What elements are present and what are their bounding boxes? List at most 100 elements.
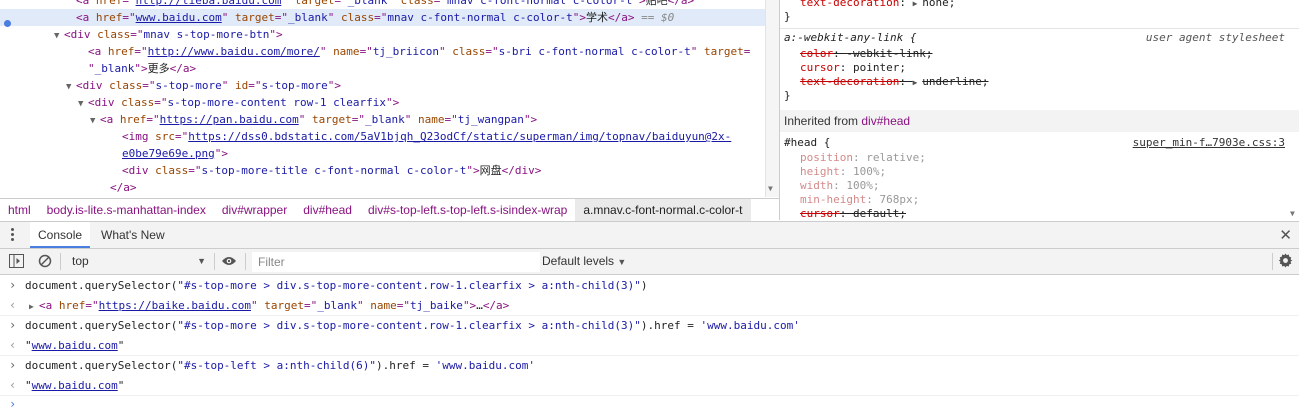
styles-scrollbar[interactable]: ▼ xyxy=(1287,0,1299,220)
dom-token-attr: target xyxy=(311,113,352,126)
dom-token-tag: =" xyxy=(175,130,189,143)
console-token-tag: =" xyxy=(396,299,410,312)
console-input-line[interactable]: › document.querySelector("#s-top-more > d… xyxy=(0,276,1299,295)
breadcrumb-item[interactable]: div#s-top-left.s-top-left.s-isindex-wrap xyxy=(360,199,575,221)
console-token-txt: " xyxy=(117,379,125,392)
style-prop-value[interactable]: pointer; xyxy=(853,61,906,74)
inherited-link[interactable]: div#head xyxy=(861,114,910,128)
input-chevron-icon: › xyxy=(9,358,17,372)
dom-node-line[interactable]: e0be79e69e.png"> xyxy=(0,145,765,162)
clear-console-icon[interactable] xyxy=(38,254,52,271)
style-prop-name[interactable]: text-decoration xyxy=(784,75,899,88)
dom-token-val: mnav c-font-normal c-color-t xyxy=(446,0,633,7)
expand-triangle-icon[interactable]: ▶ xyxy=(29,297,39,316)
dom-node-line[interactable]: <div class="s-top-more-title c-font-norm… xyxy=(0,162,765,179)
style-prop-value[interactable]: default; xyxy=(853,207,906,220)
dom-token-val: _blank xyxy=(347,0,388,7)
inherited-header: Inherited from div#head xyxy=(780,110,1299,132)
console-input-line[interactable]: › document.querySelector("#s-top-more > d… xyxy=(0,316,1299,335)
console-output[interactable]: › document.querySelector("#s-top-more > d… xyxy=(0,275,1299,417)
scroll-down-icon[interactable]: ▼ xyxy=(1290,209,1295,218)
dom-node-line[interactable]: "_blank">更多</a> xyxy=(0,60,765,77)
style-declaration[interactable]: color: -webkit-link; xyxy=(784,47,1285,61)
prompt-chevron-icon: › xyxy=(9,397,17,411)
dom-node-line[interactable]: <a href="http://tieba.baidu.com" target=… xyxy=(0,0,765,9)
expand-triangle-icon[interactable]: ▶ xyxy=(913,78,923,87)
console-token-jstr: 'www.baidu.com' xyxy=(435,359,535,372)
tab-whats-new[interactable]: What's New xyxy=(93,222,173,248)
dom-token-tag: =" xyxy=(351,113,365,126)
scroll-down-icon[interactable]: ▼ xyxy=(768,184,773,193)
style-declaration[interactable]: text-decoration: ▶ underline; xyxy=(784,75,1285,89)
gear-icon[interactable] xyxy=(1278,253,1293,271)
style-prop-value[interactable]: 768px; xyxy=(879,193,919,206)
dom-token-val: mnav c-font-normal c-color-t xyxy=(387,11,573,24)
style-declaration[interactable]: cursor: default; xyxy=(784,207,1285,220)
dom-token-tag: " xyxy=(387,0,401,7)
breadcrumb-item[interactable]: div#wrapper xyxy=(214,199,295,221)
style-prop-name[interactable]: cursor xyxy=(784,207,840,220)
dom-token-attr: href xyxy=(119,113,147,126)
style-prop-value[interactable]: 100%; xyxy=(846,179,879,192)
more-tools-icon[interactable] xyxy=(11,228,15,243)
console-result-line[interactable]: ‹ "www.baidu.com" xyxy=(0,336,1299,356)
dom-node-line[interactable]: <a href="http://www.baidu.com/more/" nam… xyxy=(0,43,765,60)
inherited-label: Inherited from xyxy=(784,114,862,128)
head-source-link[interactable]: super_min-f…7903e.css:3 xyxy=(1133,136,1285,150)
style-prop-name[interactable]: color xyxy=(784,47,833,60)
breadcrumb-item[interactable]: div#head xyxy=(295,199,360,221)
console-prompt-line[interactable]: › xyxy=(0,395,1299,414)
dom-token-attr: class xyxy=(400,0,434,7)
style-prop-name[interactable]: cursor xyxy=(784,61,840,74)
breadcrumb-item[interactable]: body.is-lite.s-manhattan-index xyxy=(39,199,214,221)
style-prop-name[interactable]: width xyxy=(784,179,833,192)
style-prop-value[interactable]: 100%; xyxy=(853,165,886,178)
style-declaration[interactable]: height: 100%; xyxy=(784,165,1285,179)
log-levels-dropdown[interactable]: Default levels ▼ xyxy=(542,249,626,274)
context-selector[interactable]: top ▼ xyxy=(66,252,212,270)
style-prop-name[interactable]: position xyxy=(784,151,853,164)
style-prop-value[interactable]: underline; xyxy=(922,75,988,88)
console-token-cmd: ).href = xyxy=(640,319,701,332)
style-prop-value[interactable]: -webkit-link; xyxy=(846,47,932,60)
elements-tree[interactable]: <a href="http://tieba.baidu.com" target=… xyxy=(0,0,779,197)
style-prop-name[interactable]: height xyxy=(784,165,840,178)
style-declaration[interactable]: min-height: 768px; xyxy=(784,193,1285,207)
style-prop-value[interactable]: none; xyxy=(922,0,955,9)
dom-token-tag: "> xyxy=(523,113,538,126)
style-declaration[interactable]: width: 100%; xyxy=(784,179,1285,193)
breadcrumb-item[interactable]: a.mnav.c-font-normal.c-color-t xyxy=(575,199,751,221)
dom-token-val: s-top-more-title c-font-normal c-color-t xyxy=(201,164,467,177)
console-toolbar: top ▼ Default levels ▼ xyxy=(0,249,1299,275)
dom-token-url: http://tieba.baidu.com xyxy=(135,0,282,7)
dom-token-url: https://pan.baidu.com xyxy=(159,113,299,126)
tab-console[interactable]: Console xyxy=(30,222,91,248)
console-result-line[interactable]: ‹ ▶ <a href="https://baike.baidu.com" targ… xyxy=(0,296,1299,316)
filter-input[interactable] xyxy=(252,252,540,272)
dom-node-line[interactable]: </a> xyxy=(0,179,765,196)
dom-node-line[interactable]: ▼ <div class="s-top-more-content row-1 cl… xyxy=(0,94,765,111)
dom-node-line[interactable]: ▼ <a href="https://pan.baidu.com" target=… xyxy=(0,111,765,128)
breadcrumb-item[interactable]: html xyxy=(0,199,39,221)
style-prop-value[interactable]: relative; xyxy=(866,151,926,164)
console-token-attr: href xyxy=(58,299,86,312)
style-declaration[interactable]: position: relative; xyxy=(784,151,1285,165)
close-icon[interactable]: ✕ xyxy=(1279,226,1292,244)
ua-source: user agent stylesheet xyxy=(1145,31,1285,44)
selected-dom-node[interactable]: <a href="www.baidu.com" target="_blank" … xyxy=(0,9,765,26)
elements-scrollbar[interactable]: ▼ xyxy=(765,0,779,197)
dom-node-line[interactable]: ▼ <div class="mnav s-top-more-btn"> xyxy=(0,26,765,43)
console-result-line[interactable]: ‹ "www.baidu.com" xyxy=(0,376,1299,396)
sidebar-toggle-icon[interactable] xyxy=(9,254,24,271)
eye-icon[interactable] xyxy=(221,255,237,270)
console-input-line[interactable]: › document.querySelector("#s-top-left > a… xyxy=(0,356,1299,375)
style-prop-name[interactable]: text-decoration xyxy=(784,0,899,9)
dom-token-attr: href xyxy=(95,11,123,24)
dom-node-line[interactable]: ▼ <div class="s-top-more" id="s-top-more"… xyxy=(0,77,765,94)
console-token-url: https://baike.baidu.com xyxy=(98,299,251,312)
style-declaration[interactable]: cursor: pointer; xyxy=(784,61,1285,75)
console-token-txt: … xyxy=(476,299,483,312)
dom-node-line[interactable]: <img src="https://dss0.bdstatic.com/5aV1… xyxy=(0,128,765,145)
style-prop-name[interactable]: min-height xyxy=(784,193,866,206)
console-token-tag: " xyxy=(356,299,371,312)
